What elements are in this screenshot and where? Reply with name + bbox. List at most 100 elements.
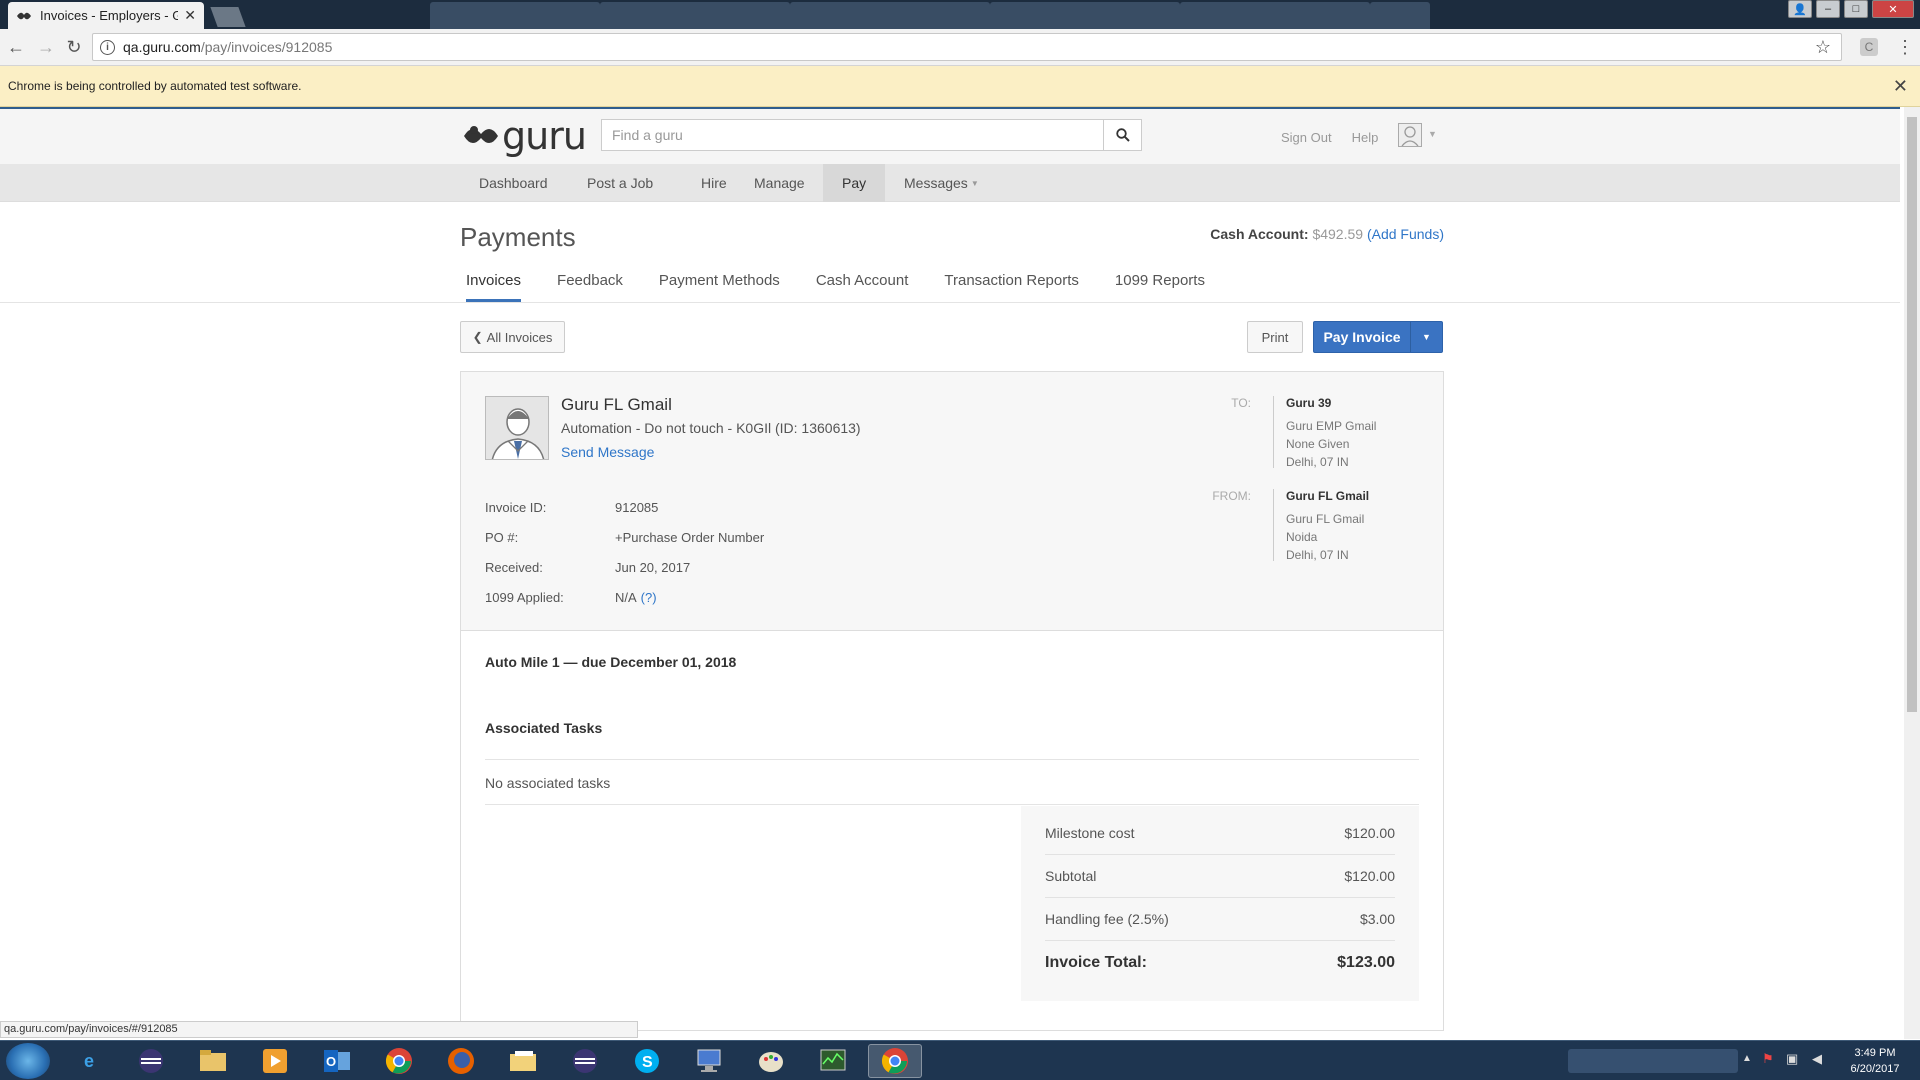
- eclipse-icon[interactable]: [124, 1044, 178, 1078]
- summary-row: Handling fee (2.5%) $3.00: [1045, 898, 1395, 941]
- bookmark-star-icon[interactable]: ☆: [1815, 37, 1831, 58]
- infobar-text: Chrome is being controlled by automated …: [8, 79, 302, 93]
- back-arrow-icon[interactable]: ←: [6, 37, 26, 58]
- meta-row-1099: 1099 Applied: N/A (?): [485, 590, 764, 620]
- cash-label: Cash Account:: [1210, 226, 1309, 242]
- help-tooltip-link[interactable]: (?): [641, 590, 657, 620]
- forward-arrow-icon[interactable]: →: [36, 37, 56, 58]
- from-block: Guru FL Gmail Guru FL Gmail Noida Delhi,…: [1273, 489, 1369, 562]
- tab-background[interactable]: [790, 2, 990, 29]
- tab-invoices[interactable]: Invoices: [466, 264, 522, 302]
- sign-out-link[interactable]: Sign Out: [1281, 130, 1332, 145]
- close-window-icon[interactable]: ✕: [1872, 0, 1914, 18]
- main-nav: Dashboard Post a Job Hire Manage Pay Mes…: [0, 164, 1900, 202]
- site-header: guru Sign Out Help ▼: [0, 107, 1900, 164]
- print-button[interactable]: Print: [1247, 321, 1303, 353]
- page-scrollbar[interactable]: [1904, 107, 1920, 1039]
- tray-expand-icon[interactable]: ▲: [1742, 1053, 1752, 1064]
- meta-row-po: PO #: +Purchase Order Number: [485, 530, 764, 560]
- tab-background[interactable]: [1370, 2, 1430, 29]
- milestone-title: Auto Mile 1 — due December 01, 2018: [485, 654, 737, 670]
- meta-row-received: Received: Jun 20, 2017: [485, 560, 691, 575]
- to-block: Guru 39 Guru EMP Gmail None Given Delhi,…: [1273, 396, 1376, 469]
- purchase-order-link[interactable]: +Purchase Order Number: [615, 530, 764, 560]
- extension-icon[interactable]: C: [1860, 38, 1878, 56]
- tab-background[interactable]: [430, 2, 600, 29]
- system-clock[interactable]: 3:49 PM 6/20/2017: [1840, 1045, 1910, 1077]
- guru-logo[interactable]: guru: [462, 117, 587, 155]
- scrollbar-thumb[interactable]: [1907, 117, 1917, 712]
- network-tool-icon[interactable]: [682, 1044, 736, 1078]
- tab-cash-account[interactable]: Cash Account: [816, 264, 909, 302]
- network-icon[interactable]: ▣: [1786, 1051, 1798, 1067]
- start-button[interactable]: [6, 1043, 50, 1079]
- media-player-icon[interactable]: [248, 1044, 302, 1078]
- associated-tasks-title: Associated Tasks: [485, 720, 603, 736]
- person-icon: [486, 397, 548, 459]
- chrome-menu-icon[interactable]: ⋮: [1896, 37, 1914, 58]
- tab-background[interactable]: [990, 2, 1180, 29]
- user-avatar[interactable]: [1398, 123, 1422, 147]
- internet-explorer-icon[interactable]: e: [62, 1044, 116, 1078]
- maximize-icon[interactable]: □: [1844, 0, 1868, 18]
- chevron-down-icon[interactable]: ▼: [1428, 129, 1437, 139]
- send-message-link[interactable]: Send Message: [561, 444, 654, 460]
- divider: [485, 759, 1419, 760]
- file-explorer-icon[interactable]: [186, 1044, 240, 1078]
- cash-amount: $492.59: [1312, 226, 1364, 242]
- tab-close-icon[interactable]: ✕: [184, 7, 196, 24]
- eclipse-icon[interactable]: [558, 1044, 612, 1078]
- all-invoices-button[interactable]: ❮ All Invoices: [460, 321, 565, 353]
- payments-subtabs: Invoices Feedback Payment Methods Cash A…: [461, 264, 1241, 302]
- info-icon[interactable]: i: [100, 39, 115, 55]
- tab-active[interactable]: Invoices - Employers - G ✕: [8, 2, 204, 29]
- search-input[interactable]: [602, 120, 1103, 150]
- address-bar[interactable]: i qa.guru.com/pay/invoices/912085 ☆: [92, 33, 1842, 61]
- nav-manage[interactable]: Manage: [735, 164, 824, 202]
- tab-1099-reports[interactable]: 1099 Reports: [1115, 264, 1205, 302]
- action-center-flag-icon[interactable]: ⚑: [1762, 1051, 1774, 1067]
- pay-invoice-label: Pay Invoice: [1323, 329, 1401, 345]
- all-invoices-label: All Invoices: [486, 329, 553, 345]
- nav-pay[interactable]: Pay: [823, 164, 886, 202]
- skype-icon[interactable]: S: [620, 1044, 674, 1078]
- outlook-icon[interactable]: O: [310, 1044, 364, 1078]
- chrome-icon[interactable]: [372, 1044, 426, 1078]
- new-tab-button[interactable]: [210, 7, 246, 27]
- caret-down-icon: ▼: [970, 179, 979, 189]
- pay-options-dropdown[interactable]: ▼: [1410, 322, 1442, 352]
- add-funds-link[interactable]: (Add Funds): [1367, 226, 1444, 242]
- nav-dashboard[interactable]: Dashboard: [460, 164, 567, 202]
- firefox-icon[interactable]: [434, 1044, 488, 1078]
- caret-down-icon: ▼: [1422, 332, 1431, 342]
- help-link[interactable]: Help: [1352, 130, 1379, 145]
- search-box: [601, 119, 1142, 151]
- nav-post-a-job[interactable]: Post a Job: [568, 164, 672, 202]
- invoice-total-row: Invoice Total: $123.00: [1045, 953, 1395, 971]
- tab-transaction-reports[interactable]: Transaction Reports: [944, 264, 1079, 302]
- tab-background[interactable]: [1180, 2, 1370, 29]
- user-profile-icon[interactable]: 👤: [1788, 0, 1812, 18]
- tab-background[interactable]: [600, 2, 790, 29]
- folder-icon[interactable]: [496, 1044, 550, 1078]
- svg-text:S: S: [642, 1054, 653, 1071]
- pay-invoice-button[interactable]: Pay Invoice ▼: [1313, 321, 1443, 353]
- cash-account-summary: Cash Account: $492.59 (Add Funds): [1210, 226, 1444, 242]
- tab-title: Invoices - Employers - G: [40, 8, 179, 23]
- page-title: Payments: [460, 222, 576, 252]
- freelancer-avatar: [485, 396, 549, 460]
- chrome-icon[interactable]: [868, 1044, 922, 1078]
- reload-icon[interactable]: ↻: [64, 37, 84, 58]
- task-manager-icon[interactable]: [806, 1044, 860, 1078]
- invoice-card: Guru FL Gmail Automation - Do not touch …: [460, 371, 1444, 1031]
- nav-messages[interactable]: Messages ▼: [885, 164, 998, 202]
- from-label: FROM:: [1212, 489, 1251, 503]
- search-button[interactable]: [1103, 120, 1141, 150]
- volume-icon[interactable]: ◀: [1812, 1051, 1822, 1067]
- window-controls: 👤 – □ ✕: [1788, 0, 1914, 18]
- close-icon[interactable]: ✕: [1893, 76, 1908, 97]
- tab-feedback[interactable]: Feedback: [557, 264, 623, 302]
- minimize-icon[interactable]: –: [1816, 0, 1840, 18]
- paint-icon[interactable]: [744, 1044, 798, 1078]
- tab-payment-methods[interactable]: Payment Methods: [659, 264, 780, 302]
